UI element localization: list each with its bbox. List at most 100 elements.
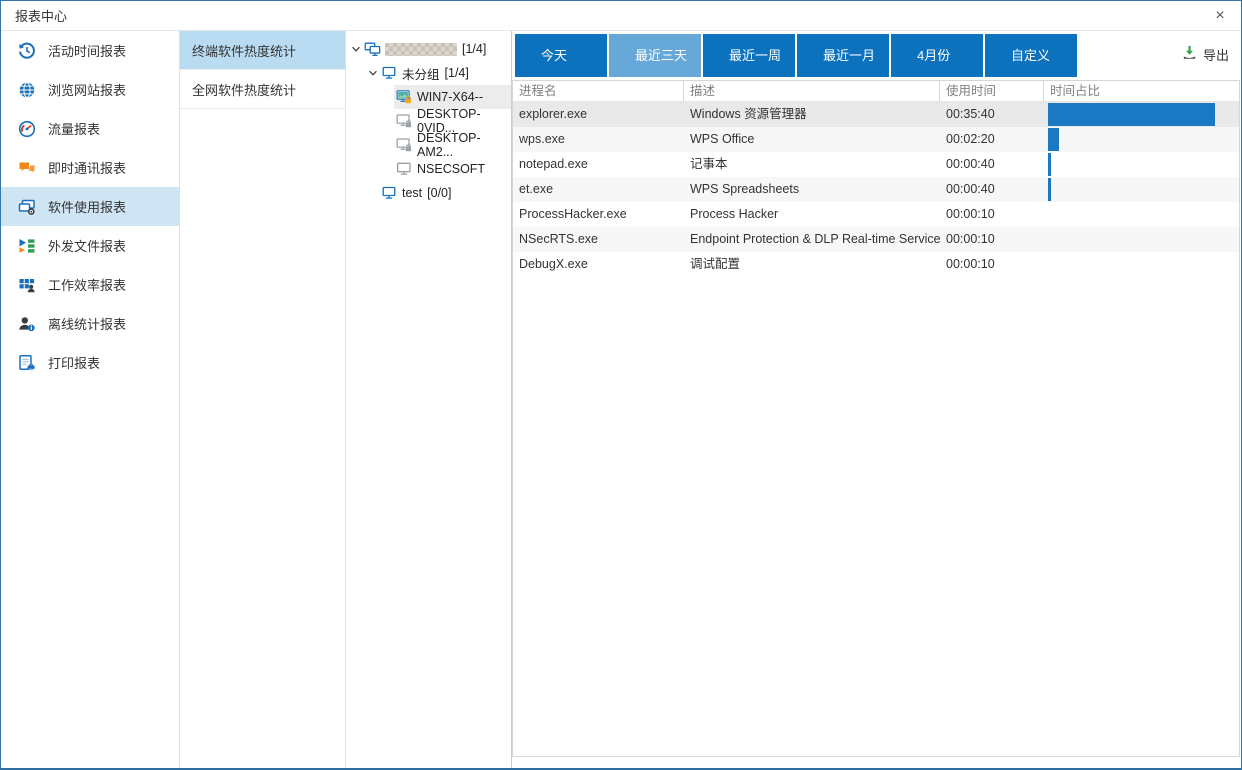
pc-online-locked-icon <box>396 89 413 106</box>
group-monitor-icon <box>381 185 398 202</box>
table-row-et.exe[interactable]: et.exeWPS Spreadsheets00:00:40 <box>513 177 1239 202</box>
pc-offline-locked-icon <box>396 137 413 154</box>
close-icon[interactable]: × <box>1199 1 1241 30</box>
process-name-cell: ProcessHacker.exe <box>513 202 684 227</box>
time-filter-tab-5[interactable]: 4月份 <box>891 34 983 77</box>
usage-time-cell: 00:00:40 <box>940 152 1044 177</box>
print-icon <box>18 354 36 372</box>
history-icon <box>18 42 36 60</box>
usage-time-cell: 00:00:10 <box>940 227 1044 252</box>
time-filter-tab-4[interactable]: 最近一月 <box>797 34 889 77</box>
table-row-DebugX.exe[interactable]: DebugX.exe调试配置00:00:10 <box>513 252 1239 277</box>
tab-label: 4月份 <box>917 48 950 63</box>
table-row-wps.exe[interactable]: wps.exeWPS Office00:02:20 <box>513 127 1239 152</box>
time-ratio-bar <box>1048 103 1215 126</box>
sidebar-item-2[interactable]: 浏览网站报表 <box>1 70 179 109</box>
offline-stats-icon <box>18 315 36 333</box>
table-row-explorer.exe[interactable]: explorer.exeWindows 资源管理器00:35:40 <box>513 102 1239 127</box>
tree-node-label: test <box>402 186 422 200</box>
tab-label: 最近三天 <box>635 48 687 63</box>
table-header: 进程名描述使用时间时间占比 <box>513 81 1239 102</box>
export-button[interactable]: 导出 <box>1181 44 1229 64</box>
time-ratio-cell <box>1044 202 1239 227</box>
time-ratio-bar <box>1048 153 1051 176</box>
sidebar-item-9[interactable]: 打印报表 <box>1 343 179 382</box>
export-label: 导出 <box>1203 45 1229 64</box>
description-cell: WPS Spreadsheets <box>684 177 940 202</box>
description-cell: Process Hacker <box>684 202 940 227</box>
tree-node-DESKTOP-AM2...[interactable]: DESKTOP-AM2... <box>346 133 511 157</box>
window-body: 活动时间报表浏览网站报表流量报表即时通讯报表软件使用报表外发文件报表工作效率报表… <box>1 31 1241 768</box>
time-ratio-cell <box>1044 177 1239 202</box>
blurred-root-label <box>385 43 457 56</box>
time-filter-tab-1[interactable]: 今天 <box>515 34 607 77</box>
report-type-label: 终端软件热度统计 <box>192 41 296 60</box>
sidebar-item-7[interactable]: 工作效率报表 <box>1 265 179 304</box>
sidebar-item-label: 浏览网站报表 <box>48 80 126 99</box>
chat-icon <box>18 159 36 177</box>
chevron-down-icon[interactable] <box>366 67 379 79</box>
pc-offline-icon <box>396 161 413 178</box>
time-ratio-cell <box>1044 227 1239 252</box>
time-ratio-cell <box>1044 127 1239 152</box>
report-type-item-1[interactable]: 终端软件热度统计 <box>180 31 345 70</box>
gauge-icon <box>18 120 36 138</box>
time-filter-tab-3[interactable]: 最近一周 <box>703 34 795 77</box>
tree-node-未分组[interactable]: 未分组[1/4] <box>346 61 511 85</box>
efficiency-icon <box>18 276 36 294</box>
process-name-cell: explorer.exe <box>513 102 684 127</box>
column-header-4[interactable]: 时间占比 <box>1044 81 1239 102</box>
usage-time-cell: 00:35:40 <box>940 102 1044 127</box>
chevron-down-icon[interactable] <box>349 43 362 55</box>
process-name-cell: wps.exe <box>513 127 684 152</box>
process-name-cell: et.exe <box>513 177 684 202</box>
main-pane: 今天 最近三天 最近一周 最近一月 4月份 自定义 导出 进程名描述使用时间时间占比 ex… <box>511 31 1241 768</box>
software-usage-icon <box>18 198 36 216</box>
outgoing-file-icon <box>18 237 36 255</box>
sidebar-item-8[interactable]: 离线统计报表 <box>1 304 179 343</box>
report-type-item-2[interactable]: 全网软件热度统计 <box>180 70 345 109</box>
time-filter-bar: 今天 最近三天 最近一周 最近一月 4月份 自定义 导出 <box>512 31 1241 80</box>
sidebar-item-4[interactable]: 即时通讯报表 <box>1 148 179 187</box>
usage-time-cell: 00:00:40 <box>940 177 1044 202</box>
title-bar: 报表中心 × <box>1 1 1241 31</box>
tree-node-NSECSOFT[interactable]: NSECSOFT <box>346 157 511 181</box>
tab-label: 最近一月 <box>823 48 875 63</box>
sidebar-item-3[interactable]: 流量报表 <box>1 109 179 148</box>
report-type-label: 全网软件热度统计 <box>192 80 296 99</box>
pc-offline-locked-icon <box>396 113 413 130</box>
tree-node-WIN7-X64--[interactable]: WIN7-X64-- <box>346 85 511 109</box>
column-header-1[interactable]: 进程名 <box>513 81 684 102</box>
sidebar-item-label: 活动时间报表 <box>48 41 126 60</box>
tree-node-count: [1/4] <box>462 42 486 56</box>
sidebar-item-label: 外发文件报表 <box>48 236 126 255</box>
tree-node-label: NSECSOFT <box>417 162 485 176</box>
tab-label: 今天 <box>541 48 567 63</box>
window-title: 报表中心 <box>15 6 67 25</box>
tree-node-test[interactable]: test[0/0] <box>346 181 511 205</box>
table-row-NSecRTS.exe[interactable]: NSecRTS.exeEndpoint Protection & DLP Rea… <box>513 227 1239 252</box>
time-ratio-cell <box>1044 252 1239 277</box>
column-header-2[interactable]: 描述 <box>684 81 940 102</box>
column-header-3[interactable]: 使用时间 <box>940 81 1044 102</box>
sidebar-item-1[interactable]: 活动时间报表 <box>1 31 179 70</box>
process-name-cell: DebugX.exe <box>513 252 684 277</box>
network-computers-icon <box>364 41 381 58</box>
tree-node-root[interactable]: [1/4] <box>346 37 511 61</box>
download-icon <box>1181 44 1198 64</box>
tree-node-count: [1/4] <box>445 66 469 80</box>
time-ratio-bar <box>1048 178 1051 201</box>
usage-time-cell: 00:00:10 <box>940 252 1044 277</box>
sidebar-item-5[interactable]: 软件使用报表 <box>1 187 179 226</box>
report-center-window: 报表中心 × 活动时间报表浏览网站报表流量报表即时通讯报表软件使用报表外发文件报… <box>0 0 1242 770</box>
sidebar-item-label: 离线统计报表 <box>48 314 126 333</box>
sidebar-item-6[interactable]: 外发文件报表 <box>1 226 179 265</box>
description-cell: WPS Office <box>684 127 940 152</box>
time-filter-tab-2[interactable]: 最近三天 <box>609 34 701 77</box>
tree-node-DESKTOP-0VID...[interactable]: DESKTOP-0VID... <box>346 109 511 133</box>
table-row-ProcessHacker.exe[interactable]: ProcessHacker.exeProcess Hacker00:00:10 <box>513 202 1239 227</box>
time-filter-tab-6[interactable]: 自定义 <box>985 34 1077 77</box>
table-row-notepad.exe[interactable]: notepad.exe记事本00:00:40 <box>513 152 1239 177</box>
process-name-cell: NSecRTS.exe <box>513 227 684 252</box>
sidebar-item-label: 软件使用报表 <box>48 197 126 216</box>
